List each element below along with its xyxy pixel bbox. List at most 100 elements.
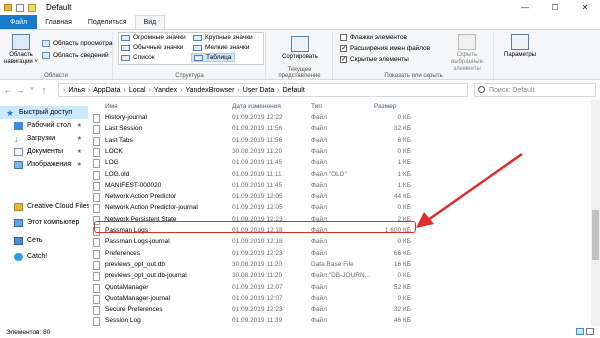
show-hide-group-label: Показать или скрыть bbox=[384, 73, 443, 79]
file-date: 01.09.2019 12:18 bbox=[232, 238, 283, 246]
file-row[interactable]: Last Tabs 01.09.2019 11:56 Файл 8 КБ bbox=[89, 136, 591, 147]
column-header-name[interactable]: Имя bbox=[105, 100, 205, 112]
hide-selected-icon bbox=[458, 34, 476, 50]
file-date: 01.09.2019 12:05 bbox=[232, 193, 283, 201]
forward-arrow-icon[interactable]: → bbox=[14, 85, 26, 95]
item-checkboxes-checkbox[interactable] bbox=[340, 34, 347, 41]
layout-medium-icons[interactable]: Обычные значки bbox=[121, 44, 183, 51]
tab-home[interactable]: Главная bbox=[37, 15, 80, 29]
options-button[interactable]: Параметры bbox=[500, 34, 540, 59]
file-icon bbox=[93, 147, 100, 157]
nav-item-downloads[interactable]: ↓ Загрузки ★ bbox=[0, 132, 88, 145]
tab-view[interactable]: Вид bbox=[134, 15, 166, 29]
file-date: 01.09.2019 12:23 bbox=[232, 249, 283, 257]
nav-item-creative-cloud[interactable]: Creative Cloud Files bbox=[0, 200, 90, 213]
file-date: 30.08.2019 11:20 bbox=[232, 272, 283, 280]
layout-details[interactable]: Таблица bbox=[191, 53, 235, 62]
file-row[interactable]: QuotaManager-journal 01.09.2019 12:07 Файл… bbox=[89, 294, 591, 305]
file-icon bbox=[93, 260, 100, 270]
file-name: LOG.old bbox=[105, 170, 130, 178]
up-arrow-icon[interactable]: ↑ bbox=[38, 85, 50, 95]
tab-file[interactable]: Файл bbox=[0, 15, 38, 29]
ribbon-tabs: Файл Главная Поделиться Вид bbox=[0, 15, 600, 29]
navigation-pane-button[interactable]: Область навигации ˅ bbox=[2, 34, 40, 66]
details-view-icon[interactable] bbox=[576, 328, 584, 335]
hide-selected-button[interactable]: Скрыть выбранные элементы bbox=[442, 34, 492, 73]
file-extensions-label: Расширения имен файлов bbox=[350, 45, 431, 52]
breadcrumb-item[interactable]: YandexBrowser bbox=[186, 87, 235, 94]
column-header-size[interactable]: Размер bbox=[374, 100, 414, 112]
breadcrumb-item[interactable]: Default bbox=[283, 87, 305, 94]
nav-item-pictures[interactable]: Изображения ★ bbox=[0, 158, 88, 171]
column-header-type[interactable]: Тип bbox=[311, 100, 369, 112]
file-row[interactable]: QuotaManager 01.09.2019 12:07 Файл 52 КБ bbox=[89, 283, 591, 294]
minimize-button[interactable]: — bbox=[510, 0, 540, 15]
nav-item-catch[interactable]: Catch! bbox=[0, 250, 88, 263]
file-row[interactable]: Secure Preferences 01.09.2019 12:23 Файл 32… bbox=[89, 305, 591, 316]
back-arrow-icon[interactable]: ← bbox=[2, 85, 14, 95]
tab-share[interactable]: Поделиться bbox=[80, 15, 135, 29]
nav-item-label: Catch! bbox=[27, 253, 48, 260]
file-size: 0 КБ bbox=[397, 294, 411, 302]
breadcrumb[interactable]: › Илья › AppData › Local › Yandex › Yand… bbox=[58, 83, 468, 97]
column-header-date[interactable]: Дата изменения bbox=[232, 100, 310, 112]
hidden-items-checkbox[interactable] bbox=[340, 55, 347, 63]
file-extensions-toggle[interactable]: Расширения имен файлов bbox=[340, 44, 431, 52]
hide-selected-label: Скрыть выбранные элементы bbox=[451, 52, 483, 72]
nav-item-label: Загрузки bbox=[27, 135, 56, 142]
file-row[interactable]: History-journal 01.09.2019 12:22 Файл 0 КБ bbox=[89, 113, 591, 124]
close-button[interactable]: ✕ bbox=[570, 0, 600, 15]
recent-dropdown-icon[interactable]: ˅ bbox=[26, 87, 38, 93]
file-extensions-checkbox[interactable] bbox=[340, 44, 347, 52]
breadcrumb-item[interactable]: Yandex bbox=[154, 87, 177, 94]
panes-group-label: Области bbox=[44, 73, 68, 79]
layout-list[interactable]: Список bbox=[121, 54, 155, 61]
breadcrumb-item[interactable]: AppData bbox=[93, 87, 120, 94]
breadcrumb-item[interactable]: User Data bbox=[243, 87, 275, 94]
file-size: 52 КБ bbox=[393, 283, 411, 291]
properties-quick-access-icon[interactable] bbox=[16, 3, 24, 12]
hidden-items-toggle[interactable]: Скрытые элементы bbox=[340, 55, 409, 63]
nav-item-desktop[interactable]: Рабочий стол ★ bbox=[0, 119, 88, 132]
preview-pane-button[interactable]: Область просмотра bbox=[42, 40, 112, 47]
breadcrumb-item[interactable]: Local bbox=[129, 87, 146, 94]
nav-item-this-pc[interactable]: Этот компьютер bbox=[0, 216, 88, 229]
new-folder-quick-access-icon[interactable] bbox=[28, 3, 36, 12]
layout-small-icons[interactable]: Мелкие значки bbox=[193, 44, 249, 51]
breadcrumb-separator-icon: › bbox=[123, 86, 126, 94]
vertical-scrollbar[interactable] bbox=[591, 100, 600, 326]
file-row[interactable]: Last Session 01.09.2019 11:56 Файл 32 КБ bbox=[89, 124, 591, 135]
highlight-box bbox=[94, 221, 416, 233]
file-name: QuotaManager-journal bbox=[105, 294, 171, 302]
file-row[interactable]: previews_opt_out.db-journal 30.08.2019 11… bbox=[89, 271, 591, 282]
file-date: 01.09.2019 11:11 bbox=[232, 170, 282, 178]
maximize-button[interactable]: ☐ bbox=[540, 0, 570, 15]
file-name: previews_opt_out.db-journal bbox=[105, 272, 187, 280]
layout-large-icons[interactable]: Крупные значки bbox=[193, 34, 253, 41]
search-input[interactable]: Поиск: Default bbox=[474, 83, 596, 97]
file-name: Last Tabs bbox=[105, 136, 133, 144]
file-size: 0 КБ bbox=[397, 114, 411, 121]
file-date: 01.09.2019 11:45 bbox=[232, 181, 283, 189]
file-icon bbox=[93, 181, 100, 191]
large-icons-view-icon[interactable] bbox=[586, 328, 594, 335]
breadcrumb-item[interactable]: Илья bbox=[68, 87, 85, 94]
nav-item-documents[interactable]: Документы ★ bbox=[0, 145, 88, 158]
details-pane-button[interactable]: Область сведений bbox=[42, 52, 109, 59]
file-row[interactable]: previews_opt_out.db 30.08.2019 11:20 Data … bbox=[89, 260, 591, 271]
sort-by-button[interactable]: Сортировать bbox=[271, 36, 329, 61]
file-name: MANIFEST-000020 bbox=[105, 181, 162, 189]
scrollbar-thumb[interactable] bbox=[592, 210, 599, 260]
file-row[interactable]: Preferences 01.09.2019 12:23 Файл 66 КБ bbox=[89, 249, 591, 260]
nav-item-network[interactable]: Сеть bbox=[0, 234, 88, 247]
nav-item-quick-access[interactable]: ★ Быстрый доступ bbox=[0, 106, 88, 119]
layout-extra-large-icons[interactable]: Огромные значки bbox=[121, 34, 186, 41]
file-size: 0 КБ bbox=[397, 147, 411, 155]
nav-item-label: Изображения bbox=[27, 161, 71, 168]
file-size: 44 КБ bbox=[393, 193, 411, 201]
file-icon bbox=[93, 306, 100, 316]
item-checkboxes-toggle[interactable]: Флажки элементов bbox=[340, 34, 407, 41]
list-icon bbox=[121, 54, 130, 61]
layout-item-label: Таблица bbox=[206, 54, 232, 61]
file-icon bbox=[93, 125, 100, 135]
